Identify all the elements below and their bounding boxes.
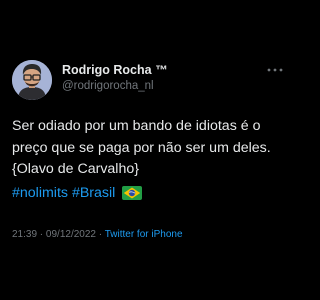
- hashtags: #nolimits #Brasil: [12, 182, 143, 204]
- meta-separator: ·: [37, 229, 46, 240]
- tweet-text: Ser odiado por um bando de idiotas é o p…: [12, 118, 271, 177]
- tweet-meta: 21:39 · 09/12/2022 · Twitter for iPhone: [12, 228, 183, 242]
- hashtag-brasil[interactable]: #Brasil: [72, 185, 115, 201]
- tweet-source[interactable]: Twitter for iPhone: [105, 229, 183, 240]
- avatar[interactable]: [12, 60, 52, 100]
- avatar-icon: [12, 60, 52, 100]
- tweet-card: Rodrigo Rocha ™ @rodrigorocha_nl Ser odi…: [0, 0, 300, 300]
- hashtag-nolimits[interactable]: #nolimits: [12, 185, 68, 201]
- display-name[interactable]: Rodrigo Rocha: [62, 63, 152, 77]
- tweet-time[interactable]: 21:39: [12, 229, 37, 240]
- user-handle[interactable]: @rodrigorocha_nl: [62, 78, 168, 94]
- tweet-date[interactable]: 09/12/2022: [46, 229, 96, 240]
- brazil-flag-icon: [122, 186, 143, 200]
- more-options-icon[interactable]: [266, 64, 284, 76]
- author-names: Rodrigo Rocha ™ @rodrigorocha_nl: [62, 62, 168, 94]
- display-name-row[interactable]: Rodrigo Rocha ™: [62, 62, 168, 78]
- trademark-badge: ™: [155, 63, 168, 77]
- meta-separator-2: ·: [95, 229, 105, 240]
- tweet-header: Rodrigo Rocha ™ @rodrigorocha_nl: [12, 60, 288, 100]
